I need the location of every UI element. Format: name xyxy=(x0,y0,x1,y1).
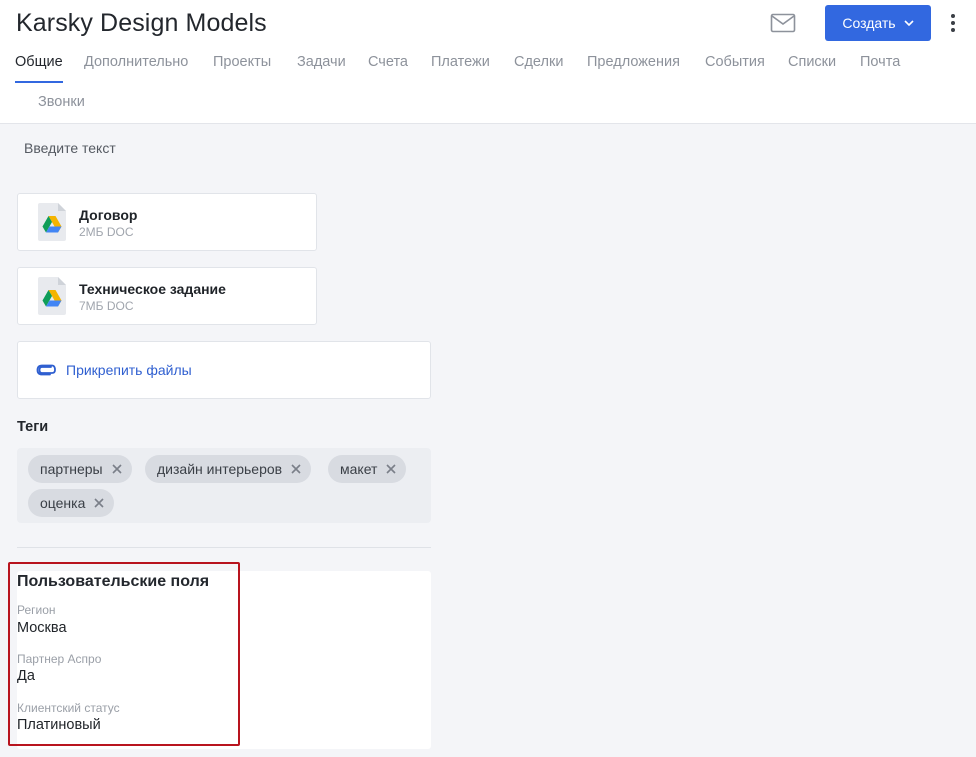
tag-chip: партнеры xyxy=(28,455,132,483)
file-card[interactable]: Техническое задание 7МБ DOC xyxy=(17,267,317,325)
chevron-down-icon xyxy=(904,20,914,26)
more-menu-button[interactable] xyxy=(944,12,962,34)
section-divider xyxy=(17,547,431,548)
tab-deals[interactable]: Сделки xyxy=(514,52,563,72)
tab-projects[interactable]: Проекты xyxy=(213,52,271,72)
tag-chip: оценка xyxy=(28,489,115,517)
tag-label: макет xyxy=(340,461,378,477)
google-drive-icon xyxy=(38,203,66,241)
close-icon[interactable] xyxy=(112,464,122,474)
paperclip-icon xyxy=(36,364,56,376)
general-tab-content: Введите текст Договор 2МБ DOC Техническо… xyxy=(0,125,976,757)
tab-invoices[interactable]: Счета xyxy=(368,52,408,72)
file-name: Техническое задание xyxy=(79,281,226,297)
highlight-frame xyxy=(8,562,240,746)
active-tab-indicator xyxy=(15,81,63,83)
file-card[interactable]: Договор 2МБ DOC xyxy=(17,193,317,251)
tag-chip: макет xyxy=(328,455,407,483)
tab-additional[interactable]: Дополнительно xyxy=(84,52,188,72)
tag-label: партнеры xyxy=(40,461,103,477)
file-name: Договор xyxy=(79,207,138,223)
tab-proposals[interactable]: Предложения xyxy=(587,52,680,72)
create-button[interactable]: Создать xyxy=(825,5,931,41)
tags-field[interactable]: партнеры дизайн интерьеров макет оценка xyxy=(17,448,431,523)
mail-icon xyxy=(770,13,796,33)
tab-calls[interactable]: Звонки xyxy=(38,92,85,112)
close-icon[interactable] xyxy=(94,498,104,508)
attach-files-button[interactable]: Прикрепить файлы xyxy=(17,341,431,399)
more-vertical-icon xyxy=(951,14,955,18)
create-button-label: Создать xyxy=(842,15,896,31)
page-title: Karsky Design Models xyxy=(16,9,267,37)
tab-events[interactable]: События xyxy=(705,52,765,72)
attach-files-label: Прикрепить файлы xyxy=(66,362,192,378)
tag-label: оценка xyxy=(40,495,86,511)
tab-mail[interactable]: Почта xyxy=(860,52,900,72)
mail-button[interactable] xyxy=(770,13,796,33)
tab-bar: Общие Дополнительно Проекты Задачи Счета… xyxy=(0,50,976,124)
tag-label: дизайн интерьеров xyxy=(157,461,283,477)
file-meta: 7МБ DOC xyxy=(79,299,134,313)
page-header: Karsky Design Models Создать Общие Допол… xyxy=(0,0,976,124)
tag-chip: дизайн интерьеров xyxy=(145,455,312,483)
close-icon[interactable] xyxy=(291,464,301,474)
google-drive-icon xyxy=(38,277,66,315)
tab-tasks[interactable]: Задачи xyxy=(297,52,346,72)
description-input[interactable]: Введите текст xyxy=(24,140,116,156)
tab-general[interactable]: Общие xyxy=(15,52,63,72)
close-icon[interactable] xyxy=(386,464,397,474)
tab-lists[interactable]: Списки xyxy=(788,52,836,72)
tags-heading: Теги xyxy=(17,419,49,435)
tab-payments[interactable]: Платежи xyxy=(431,52,490,72)
file-meta: 2МБ DOC xyxy=(79,225,134,239)
